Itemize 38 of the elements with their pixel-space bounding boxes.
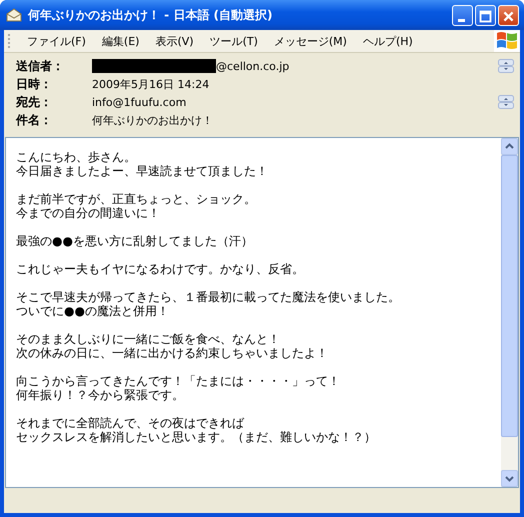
message-line: それまでに全部読んで、その夜はできれば <box>16 416 246 430</box>
message-line: 向こうから言ってきたんです！「たまには・・・・」って！ <box>16 374 341 388</box>
message-line: 今日届きましたよー、早速読ませて頂ました！ <box>16 164 269 178</box>
scrollbar[interactable] <box>501 138 518 487</box>
header-label: 日時： <box>16 76 53 92</box>
menu-item[interactable]: ファイル(F) <box>27 34 86 48</box>
message-line: まだ前半ですが、正直ちょっと、ショック。 <box>16 192 257 206</box>
header-value: 2009年5月16日 14:24 <box>92 76 210 92</box>
message-line: そこで早速夫が帰ってきたら、１番最初に載ってた魔法を使いました。 <box>16 290 401 304</box>
menu-item[interactable]: 表示(V) <box>155 34 194 48</box>
message-line: 次の休みの日に、一緒に出かける約束しちゃいましたよ！ <box>16 346 329 360</box>
message-line: 何年振り！？今から緊張です。 <box>16 388 185 402</box>
message-line: 今までの自分の間違いに！ <box>16 206 161 220</box>
menu-item[interactable]: ツール(T) <box>210 34 258 48</box>
menu-item[interactable]: 編集(E) <box>102 34 140 48</box>
window-title: 何年ぶりかのお出かけ！ - 日本語 (自動選択) <box>28 6 274 24</box>
message-line: 最強の●●を悪い方に乱射してました（汗） <box>16 234 254 248</box>
minimize-icon <box>458 18 465 22</box>
minimize-button[interactable] <box>452 4 473 26</box>
message-line: ついでに●●の魔法と併用！ <box>16 304 170 318</box>
header-label: 送信者： <box>16 58 65 74</box>
message-line: セックスレスを解消したいと思います。（まだ、難しいかな！？） <box>16 430 377 444</box>
message-line: そのまま久しぶりに一緒にご飯を食べ、なんと！ <box>16 332 281 346</box>
scroll-arrows-icon[interactable] <box>498 95 514 109</box>
menu-item[interactable]: ヘルプ(H) <box>362 34 413 48</box>
header-value: info@1fuufu.com <box>92 96 186 108</box>
menu-item[interactable]: メッセージ(M) <box>274 34 347 48</box>
header-value: @cellon.co.jp <box>216 60 290 72</box>
maximize-button[interactable] <box>475 4 496 26</box>
header-label: 宛先： <box>16 94 53 110</box>
message-line: これじゃー夫もイヤになるわけです。かなり、反省。 <box>16 262 305 276</box>
envelope-icon <box>6 8 22 22</box>
message-line: こんにちわ、歩さん。 <box>16 150 137 164</box>
header-value: 何年ぶりかのお出かけ！ <box>92 112 213 128</box>
windows-logo-icon <box>494 30 520 52</box>
header-label: 件名： <box>16 112 53 128</box>
close-button[interactable] <box>498 4 519 26</box>
scroll-arrows-icon[interactable] <box>498 59 514 73</box>
